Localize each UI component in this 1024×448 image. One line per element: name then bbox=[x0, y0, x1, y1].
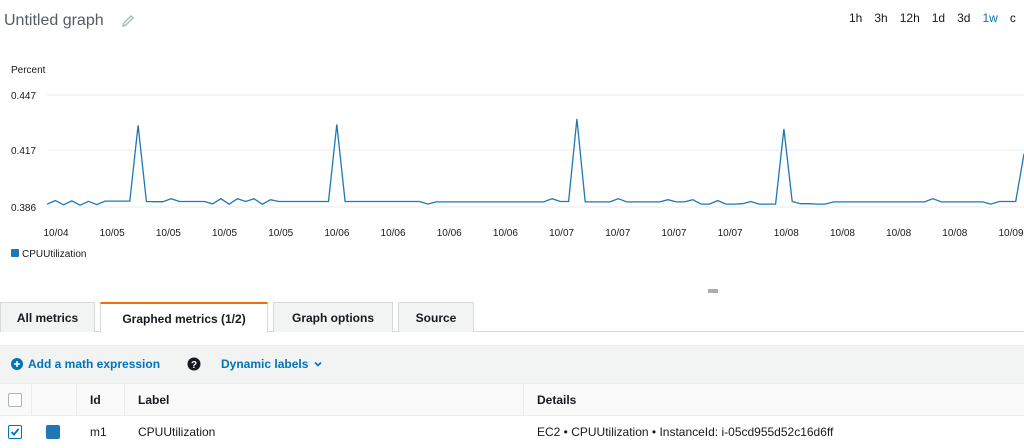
time-range-option[interactable]: 1w bbox=[976, 11, 1003, 25]
series-line-cpuutilization bbox=[46, 118, 1024, 206]
tab-all-metrics[interactable]: All metrics bbox=[0, 302, 95, 332]
time-range-option[interactable]: 12h bbox=[894, 11, 926, 25]
x-tick-label: 10/05 bbox=[212, 228, 237, 239]
row-details: EC2 • CPUUtilization • InstanceId: i-05c… bbox=[537, 425, 834, 439]
tab-source[interactable]: Source bbox=[398, 302, 474, 332]
time-range-option[interactable]: 3h bbox=[868, 11, 893, 25]
row-checkbox[interactable] bbox=[8, 425, 22, 439]
time-range-option[interactable]: 1h bbox=[843, 11, 868, 25]
y-tick-label: 0.417 bbox=[11, 146, 36, 157]
x-tick-label: 10/06 bbox=[437, 228, 462, 239]
legend-label: CPUUtilization bbox=[22, 249, 86, 260]
tab-graph-options[interactable]: Graph options bbox=[273, 302, 393, 332]
time-range-selector: 1h 3h 12h 1d 3d 1w c bbox=[843, 11, 1022, 25]
dynamic-labels-dropdown[interactable]: Dynamic labels bbox=[221, 357, 323, 371]
x-tick-label: 10/07 bbox=[718, 228, 743, 239]
help-icon[interactable]: ? bbox=[187, 357, 201, 371]
graph-tabs: All metrics Graphed metrics (1/2) Graph … bbox=[0, 300, 1024, 333]
y-tick-labels: 0.447 0.417 0.386 bbox=[11, 91, 36, 214]
tab-graphed-metrics[interactable]: Graphed metrics (1/2) bbox=[100, 302, 268, 333]
row-id[interactable]: m1 bbox=[90, 416, 107, 448]
table-row: m1 CPUUtilization EC2 • CPUUtilization •… bbox=[0, 416, 1024, 448]
x-tick-label: 10/06 bbox=[493, 228, 518, 239]
y-grid bbox=[47, 94, 1024, 208]
table-header-row: Id Label Details bbox=[0, 383, 1024, 416]
plus-circle-icon bbox=[11, 358, 23, 370]
add-math-expression-button[interactable]: Add a math expression bbox=[11, 357, 160, 371]
time-range-option[interactable]: c bbox=[1004, 11, 1022, 25]
pencil-icon[interactable] bbox=[121, 14, 135, 28]
row-label[interactable]: CPUUtilization bbox=[138, 416, 215, 448]
graph-title: Untitled graph bbox=[4, 12, 104, 29]
metrics-toolbar: Add a math expression ? Dynamic labels bbox=[0, 345, 1024, 383]
x-tick-label: 10/08 bbox=[774, 228, 799, 239]
chevron-down-icon bbox=[314, 361, 322, 367]
legend-swatch bbox=[11, 249, 19, 257]
column-header-label[interactable]: Label bbox=[138, 384, 169, 415]
select-all-checkbox[interactable] bbox=[8, 392, 22, 407]
time-range-option[interactable]: 1d bbox=[926, 11, 951, 25]
x-tick-labels: 10/04 10/05 10/05 10/05 10/05 10/06 10/06 10/06… bbox=[43, 228, 1023, 239]
graphed-metrics-table: Id Label Details m1 CPUUtilization EC2 •… bbox=[0, 383, 1024, 448]
time-range-option[interactable]: 3d bbox=[951, 11, 976, 25]
x-tick-label: 10/05 bbox=[268, 228, 293, 239]
x-tick-label: 10/08 bbox=[942, 228, 967, 239]
x-tick-label: 10/04 bbox=[43, 228, 68, 239]
y-tick-label: 0.447 bbox=[11, 91, 36, 102]
x-tick-label: 10/06 bbox=[381, 228, 406, 239]
x-tick-label: 10/07 bbox=[661, 228, 686, 239]
y-axis-label: Percent bbox=[11, 65, 46, 76]
x-tick-label: 10/05 bbox=[156, 228, 181, 239]
column-header-details[interactable]: Details bbox=[537, 384, 576, 415]
cpu-utilization-chart: Percent 0.4470.4170.386 10/04 10/05 10/05 1… bbox=[11, 65, 1024, 260]
x-tick-label: 10/08 bbox=[830, 228, 855, 239]
x-tick-label: 10/05 bbox=[100, 228, 125, 239]
x-tick-label: 10/07 bbox=[549, 228, 574, 239]
x-tick-label: 10/06 bbox=[324, 228, 349, 239]
checkmark-icon bbox=[10, 428, 20, 436]
series-color-swatch[interactable] bbox=[46, 425, 60, 439]
column-header-id[interactable]: Id bbox=[90, 384, 101, 415]
x-tick-label: 10/07 bbox=[605, 228, 630, 239]
x-tick-label: 10/09 bbox=[998, 228, 1023, 239]
svg-text:?: ? bbox=[191, 360, 197, 371]
x-tick-label: 10/08 bbox=[886, 228, 911, 239]
y-tick-label: 0.386 bbox=[11, 203, 36, 214]
resize-handle-icon[interactable] bbox=[707, 288, 719, 294]
